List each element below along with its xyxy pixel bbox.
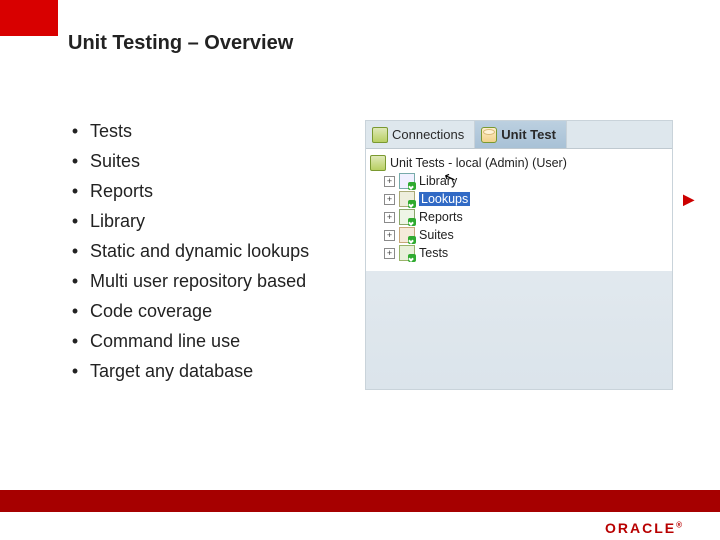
tab-unit-test[interactable]: Unit Test: [475, 121, 567, 148]
bullet-icon: •: [68, 270, 82, 292]
footer-bar: [0, 490, 720, 512]
tree-item-suites[interactable]: + Suites: [384, 227, 668, 243]
expand-icon[interactable]: +: [384, 176, 395, 187]
logo-text: ORACLE: [605, 520, 676, 536]
list-item: • Reports: [68, 180, 353, 202]
page-title: Unit Testing – Overview: [68, 32, 293, 55]
tree-label: Lookups: [419, 192, 470, 206]
list-text: Target any database: [90, 360, 253, 382]
tree-root[interactable]: Unit Tests - local (Admin) (User): [370, 155, 668, 171]
bullet-icon: •: [68, 210, 82, 232]
bullet-icon: •: [68, 330, 82, 352]
list-item: • Library: [68, 210, 353, 232]
reports-icon: [399, 209, 415, 225]
list-text: Tests: [90, 120, 132, 142]
database-icon: [370, 155, 386, 171]
tab-label: Connections: [392, 127, 464, 142]
expand-icon[interactable]: +: [384, 212, 395, 223]
list-text: Static and dynamic lookups: [90, 240, 309, 262]
expand-icon[interactable]: +: [384, 248, 395, 259]
tree-label: Tests: [419, 246, 448, 260]
list-item: • Tests: [68, 120, 353, 142]
oracle-logo: ORACLE®: [605, 520, 682, 536]
list-text: Code coverage: [90, 300, 212, 322]
list-item: • Static and dynamic lookups: [68, 240, 353, 262]
tree-view: Unit Tests - local (Admin) (User) + Libr…: [366, 149, 672, 271]
bullet-icon: •: [68, 300, 82, 322]
tab-label: Unit Test: [501, 127, 556, 142]
expand-icon[interactable]: +: [384, 194, 395, 205]
tree-item-library[interactable]: + Library ↖: [384, 173, 668, 189]
tests-icon: [399, 245, 415, 261]
bullet-icon: •: [68, 120, 82, 142]
bullet-icon: •: [68, 180, 82, 202]
tab-bar: Connections Unit Test: [366, 121, 672, 149]
list-item: • Suites: [68, 150, 353, 172]
content-row: • Tests • Suites • Reports • Library • Static…: [68, 120, 700, 390]
bullet-icon: •: [68, 240, 82, 262]
bullet-icon: •: [68, 360, 82, 382]
tree-root-label: Unit Tests - local (Admin) (User): [390, 156, 567, 170]
decorative-red-block: [0, 0, 58, 36]
registered-mark: ®: [676, 520, 682, 529]
expand-icon[interactable]: +: [384, 230, 395, 241]
tree-label: Suites: [419, 228, 454, 242]
tree-label: Reports: [419, 210, 463, 224]
list-text: Library: [90, 210, 145, 232]
connections-icon: [372, 127, 388, 143]
lookups-icon: [399, 191, 415, 207]
unit-test-icon: [481, 127, 497, 143]
list-text: Suites: [90, 150, 140, 172]
tab-connections[interactable]: Connections: [366, 121, 475, 148]
list-item: • Target any database: [68, 360, 353, 382]
bullet-list: • Tests • Suites • Reports • Library • Static…: [68, 120, 353, 390]
list-item: • Command line use: [68, 330, 353, 352]
library-icon: [399, 173, 415, 189]
bullet-icon: •: [68, 150, 82, 172]
list-item: • Multi user repository based: [68, 270, 353, 292]
list-text: Reports: [90, 180, 153, 202]
list-text: Multi user repository based: [90, 270, 306, 292]
unit-test-panel: Connections Unit Test Unit Tests - local…: [365, 120, 673, 390]
tree-item-tests[interactable]: + Tests: [384, 245, 668, 261]
tree-item-lookups[interactable]: + Lookups ▶: [384, 191, 668, 207]
suites-icon: [399, 227, 415, 243]
selection-arrow-icon: ▶: [683, 191, 694, 208]
list-text: Command line use: [90, 330, 240, 352]
tree-item-reports[interactable]: + Reports: [384, 209, 668, 225]
list-item: • Code coverage: [68, 300, 353, 322]
